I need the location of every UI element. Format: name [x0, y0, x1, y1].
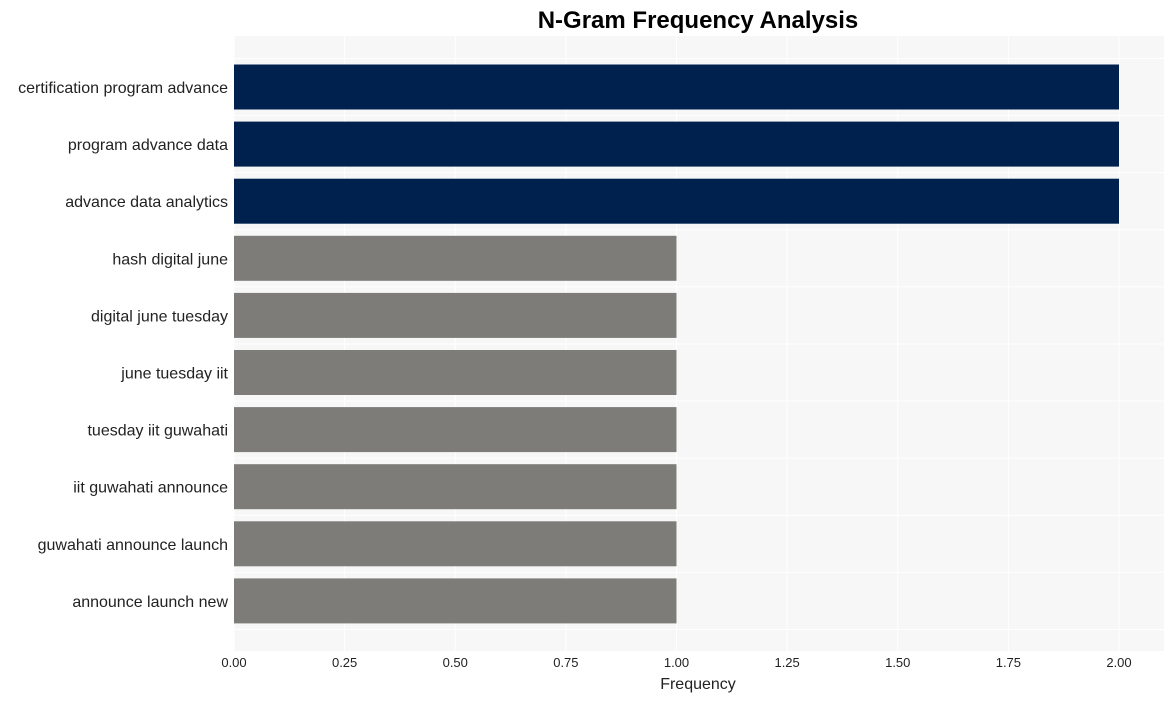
bar — [234, 350, 677, 395]
y-tick-label: hash digital june — [112, 251, 228, 268]
x-tick-label: 1.75 — [996, 655, 1021, 670]
x-tick-label: 0.50 — [443, 655, 468, 670]
bar — [234, 521, 677, 567]
x-axis-ticks: 0.00 0.25 0.50 0.75 1.00 1.25 1.50 1.75 2.00 — [221, 655, 1131, 670]
x-axis-label: Frequency — [660, 676, 736, 693]
bar — [234, 64, 1119, 110]
y-tick-label: tuesday iit guwahati — [87, 423, 228, 440]
bar — [234, 578, 677, 624]
bar — [234, 407, 677, 453]
bar — [234, 121, 1119, 167]
x-tick-label: 1.25 — [774, 655, 799, 670]
y-tick-label: certification program advance — [18, 80, 228, 97]
y-tick-label: announce launch new — [72, 594, 228, 611]
ngram-bar-chart: certification program advance program adv… — [18, 7, 1164, 693]
y-axis-labels: certification program advance program adv… — [18, 80, 228, 611]
x-tick-label: 0.25 — [332, 655, 357, 670]
bar — [234, 464, 677, 510]
y-tick-label: iit guwahati announce — [73, 480, 228, 497]
x-tick-label: 0.00 — [221, 655, 246, 670]
y-tick-label: digital june tuesday — [91, 308, 228, 325]
bar — [234, 235, 677, 281]
x-tick-label: 1.00 — [664, 655, 689, 670]
bar — [234, 178, 1119, 224]
chart-title: N-Gram Frequency Analysis — [538, 7, 859, 34]
y-tick-label: advance data analytics — [65, 194, 228, 211]
x-tick-label: 0.75 — [553, 655, 578, 670]
bar — [234, 292, 677, 338]
x-tick-label: 1.50 — [885, 655, 910, 670]
y-tick-label: guwahati announce launch — [38, 537, 228, 554]
y-tick-label: program advance data — [68, 137, 228, 154]
x-tick-label: 2.00 — [1106, 655, 1131, 670]
y-tick-label: june tuesday iit — [120, 366, 228, 383]
